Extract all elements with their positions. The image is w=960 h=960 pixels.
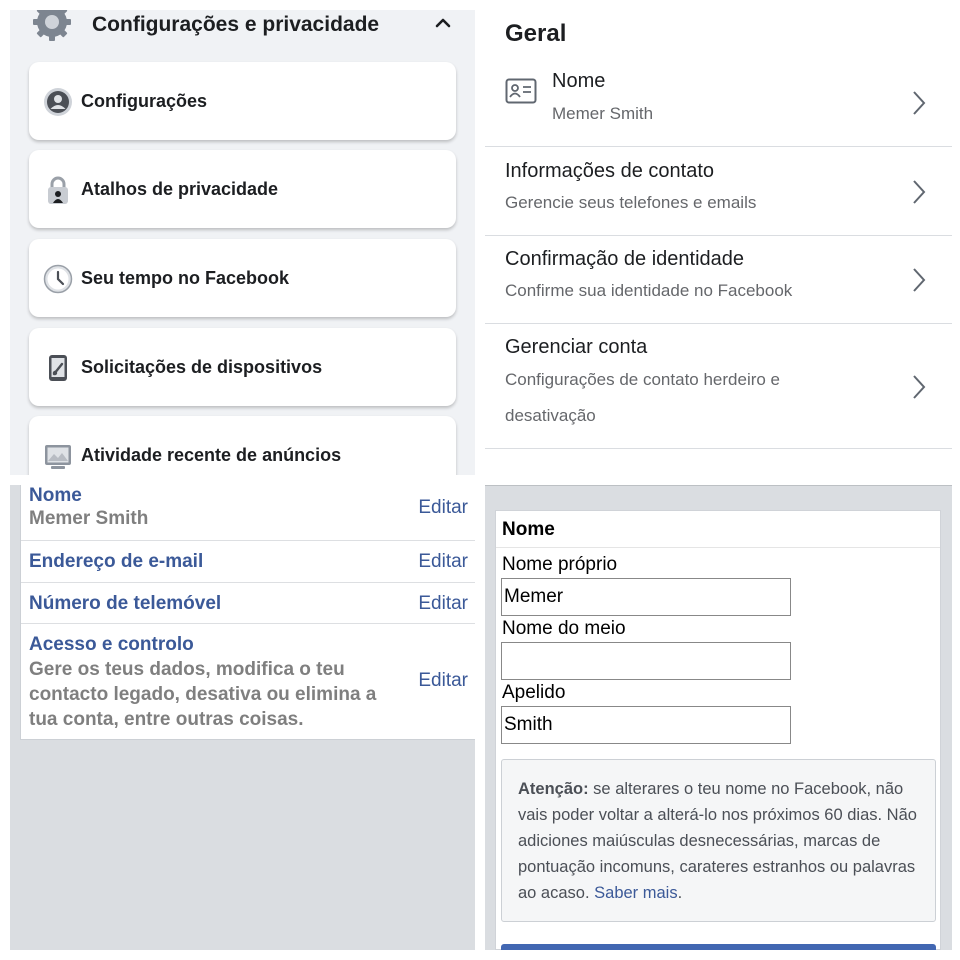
card-header: Nome [496,511,940,548]
settings-row-name[interactable]: Nome Memer Smith [485,65,952,147]
row-title: Acesso e controlo [29,634,194,655]
edit-name-form: Nome Nome próprio Nome do meio Apelido A… [485,485,952,950]
settings-privacy-menu: Configurações e privacidade Configuraçõe… [10,10,475,475]
row-title: Confirmação de identidade [505,248,745,270]
review-change-button[interactable] [501,944,936,950]
section-title: Geral [505,20,567,47]
warning-text: se alterares o teu nome no Facebook, não… [518,780,917,902]
middle-name-label: Nome do meio [502,618,626,639]
menu-item-recent-ad-activity[interactable]: Atividade recente de anúncios [29,416,456,475]
row-subtitle: Confirme sua identidade no Facebook [505,281,793,300]
name-card: Nome Nome próprio Nome do meio Apelido A… [495,510,941,950]
first-name-label: Nome próprio [502,554,618,575]
first-name-input[interactable] [501,578,791,616]
card-title: Nome [502,519,555,540]
ad-activity-icon [45,445,71,469]
settings-row-identity-confirmation[interactable]: Confirmação de identidade Confirme sua i… [485,236,952,324]
menu-item-time-on-facebook[interactable]: Seu tempo no Facebook [29,239,456,317]
menu-item-label: Seu tempo no Facebook [81,268,290,288]
learn-more-link[interactable]: Saber mais [594,884,677,902]
profile-icon [44,88,72,116]
gear-icon [33,10,71,41]
row-title: Gerenciar conta [505,336,648,358]
list-row-email[interactable]: Endereço de e-mail Editar [21,541,475,583]
settings-row-contact-info[interactable]: Informações de contato Gerencie seus tel… [485,147,952,236]
last-name-input[interactable] [501,706,791,744]
row-title: Nome [552,70,606,92]
edit-link[interactable]: Editar [418,593,468,615]
chevron-right-icon [913,268,926,292]
row-subtitle: Gere os teus dados, modifica o teu conta… [29,659,377,730]
warning-period: . [677,884,683,902]
list-row-mobile-number[interactable]: Número de telemóvel Editar [21,583,475,624]
chevron-up-icon[interactable] [434,14,452,32]
edit-link[interactable]: Editar [418,670,468,692]
chevron-right-icon [913,180,926,204]
name-change-warning: Atenção: se alterares o teu nome no Face… [501,759,936,922]
settings-privacy-header[interactable]: Configurações e privacidade [10,10,475,41]
list-row-access-control[interactable]: Acesso e controlo Gere os teus dados, mo… [21,624,475,739]
middle-name-input[interactable] [501,642,791,680]
lock-icon [48,176,68,204]
edit-link[interactable]: Editar [418,497,468,519]
id-card-icon [505,78,537,104]
menu-item-privacy-shortcuts[interactable]: Atalhos de privacidade [29,150,456,228]
row-subtitle: Gerencie seus telefones e emails [505,193,757,212]
menu-item-label: Solicitações de dispositivos [81,357,323,377]
account-settings-list: Nome Memer Smith Editar Endereço de e-ma… [10,485,475,950]
settings-privacy-title: Configurações e privacidade [92,13,380,36]
settings-row-manage-account[interactable]: Gerenciar conta Configurações de contato… [485,324,952,449]
row-title: Nome [29,485,82,506]
row-title: Informações de contato [505,160,715,182]
chevron-right-icon [913,91,926,115]
edit-link[interactable]: Editar [418,551,468,573]
settings-list: Nome Memer Smith Editar Endereço de e-ma… [20,485,475,740]
clock-icon [43,264,73,294]
list-row-name[interactable]: Nome Memer Smith Editar [21,485,475,541]
device-icon [49,355,67,381]
menu-item-label: Configurações [81,91,208,111]
menu-item-label: Atividade recente de anúncios [81,445,342,465]
general-settings: Geral Nome Memer Smith Informações de co… [485,10,952,475]
row-title: Número de telemóvel [29,593,222,614]
menu-item-label: Atalhos de privacidade [81,179,279,199]
row-title: Endereço de e-mail [29,551,204,572]
menu-item-device-requests[interactable]: Solicitações de dispositivos [29,328,456,406]
row-subtitle: Configurações de contato herdeiro e desa… [505,370,781,425]
chevron-right-icon [913,375,926,399]
warning-label: Atenção: [518,780,589,798]
menu-item-configuracoes[interactable]: Configurações [29,62,456,140]
row-subtitle: Memer Smith [552,104,654,123]
last-name-label: Apelido [502,682,566,703]
row-subtitle: Memer Smith [29,508,149,529]
